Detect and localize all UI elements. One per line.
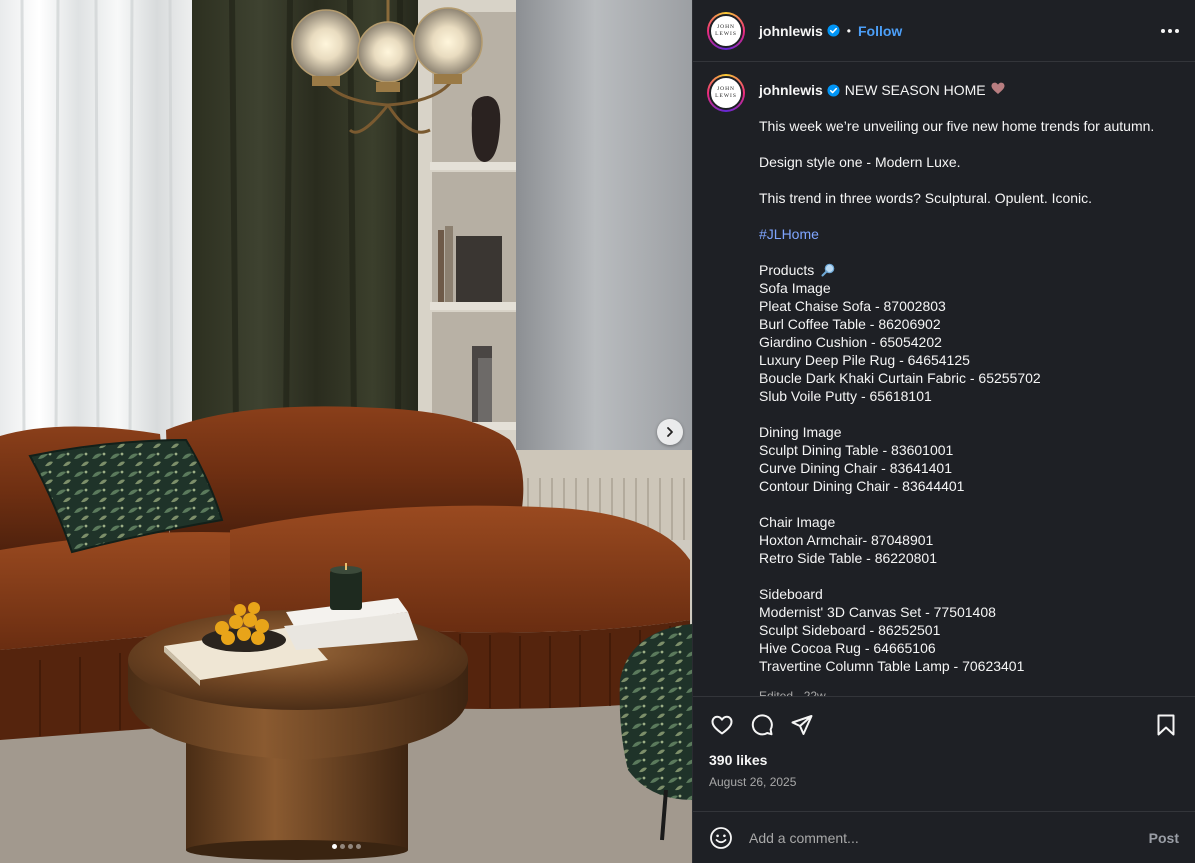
caption-paragraph: Design style one - Modern Luxe. — [759, 153, 1179, 171]
post-header: JOHN LEWIS johnlewis • Follow — [693, 0, 1195, 62]
action-bar — [693, 696, 1195, 752]
verified-badge-icon — [827, 83, 840, 97]
product-line: Sofa Image — [759, 280, 831, 296]
product-line: Boucle Dark Khaki Curtain Fabric - 65255… — [759, 370, 1041, 386]
caption-paragraph: This trend in three words? Sculptural. O… — [759, 189, 1179, 207]
comment-input[interactable] — [749, 829, 1149, 846]
product-line: Giardino Cushion - 65054202 — [759, 334, 942, 350]
product-line: Sculpt Sideboard - 86252501 — [759, 622, 941, 638]
post-details-panel: JOHN LEWIS johnlewis • Follow JOHN LEWIS… — [692, 0, 1195, 863]
more-dot — [1168, 28, 1172, 33]
logo-text: JOHN — [716, 23, 736, 30]
caption: JOHN LEWIS johnlewis NEW SEASON HOME Thi… — [707, 74, 1181, 696]
caption-paragraph: This week we’re unveiling our five new h… — [759, 117, 1179, 135]
product-line: Pleat Chaise Sofa - 87002803 — [759, 298, 946, 314]
slide-dot — [331, 844, 337, 849]
chevron-right-icon — [667, 427, 673, 437]
caption-avatar[interactable]: JOHN LEWIS — [707, 74, 745, 112]
product-line: Retro Side Table - 86220801 — [759, 550, 937, 566]
product-line: Sculpt Dining Table - 83601001 — [759, 442, 954, 458]
more-dot — [1175, 28, 1179, 33]
slide-dot — [355, 844, 361, 849]
post-media — [0, 0, 692, 863]
instagram-post-modal: JOHN LEWIS johnlewis • Follow JOHN LEWIS… — [0, 0, 1195, 863]
edited-timestamp: Edited · 22w — [759, 689, 826, 696]
emoji-button[interactable] — [709, 826, 733, 850]
username-link[interactable]: johnlewis — [759, 23, 823, 39]
caption-line: This trend in three words? Sculptural. O… — [759, 190, 1093, 206]
product-line: Hoxton Armchair- 87048901 — [759, 532, 934, 548]
products-heading-text: Products — [759, 262, 815, 278]
like-button[interactable] — [709, 712, 735, 738]
slide-indicator — [0, 844, 692, 849]
slide-dot — [347, 844, 353, 849]
product-line: Modernist' 3D Canvas Set - 77501408 — [759, 604, 996, 620]
add-comment-bar: Post — [693, 811, 1195, 863]
follow-button[interactable]: Follow — [858, 23, 902, 39]
next-slide-button[interactable] — [657, 419, 683, 445]
caption-body: johnlewis NEW SEASON HOME This week we’r… — [759, 74, 1179, 696]
hashtag-link[interactable]: #JLHome — [759, 225, 1179, 243]
caption-paragraph: #JLHome — [759, 225, 1179, 243]
caption-username[interactable]: johnlewis — [759, 81, 823, 99]
save-button[interactable] — [1153, 712, 1179, 738]
products-list: Products Sofa Image Pleat Chaise Sofa - … — [759, 261, 1179, 405]
products-list: Dining Image Sculpt Dining Table - 83601… — [759, 423, 1179, 495]
logo-text: LEWIS — [715, 30, 737, 37]
logo-text: JOHN — [716, 86, 736, 93]
bookmark-icon — [1157, 714, 1175, 735]
living-room-photo — [0, 0, 692, 863]
likes-count[interactable]: 390 likes — [693, 752, 1195, 772]
more-options-button[interactable] — [1159, 23, 1181, 39]
product-line: Burl Coffee Table - 86206902 — [759, 316, 941, 332]
product-line: Dining Image — [759, 424, 842, 440]
products-heading: Products — [759, 261, 1179, 279]
share-button[interactable] — [789, 712, 815, 738]
product-line: Hive Cocoa Rug - 64665106 — [759, 640, 936, 656]
product-line: Contour Dining Chair - 83644401 — [759, 478, 965, 494]
magnifying-glass-icon — [821, 263, 835, 277]
caption-head: johnlewis NEW SEASON HOME — [759, 81, 1179, 99]
john-lewis-logo: JOHN LEWIS — [709, 13, 743, 48]
heart-outline-icon — [711, 715, 733, 734]
verified-badge-icon — [827, 24, 840, 37]
comments-section: JOHN LEWIS johnlewis NEW SEASON HOME Thi… — [693, 62, 1195, 696]
product-line: Slub Voile Putty - 65618101 — [759, 388, 932, 404]
products-list: Sideboard Modernist' 3D Canvas Set - 775… — [759, 585, 1179, 675]
post-comment-button[interactable]: Post — [1149, 830, 1179, 846]
slide-dot — [339, 844, 345, 849]
post-date: August 26, 2025 — [709, 775, 797, 789]
product-line: Sideboard — [759, 586, 823, 602]
product-line: Curve Dining Chair - 83641401 — [759, 460, 952, 476]
logo-text: LEWIS — [715, 93, 737, 99]
avatar[interactable]: JOHN LEWIS — [707, 11, 745, 50]
comment-bubble-icon — [751, 713, 773, 735]
more-dot — [1161, 28, 1165, 33]
products-list: Chair Image Hoxton Armchair- 87048901 Re… — [759, 513, 1179, 567]
comment-button[interactable] — [749, 712, 775, 738]
smiley-icon — [710, 826, 732, 849]
heart-icon — [991, 81, 1005, 99]
product-line: Chair Image — [759, 514, 836, 530]
separator-dot: • — [846, 23, 851, 38]
caption-title: NEW SEASON HOME — [844, 82, 986, 98]
caption-line: This week we’re unveiling our five new h… — [759, 118, 1155, 134]
product-line: Luxury Deep Pile Rug - 64654125 — [759, 352, 970, 368]
paper-plane-icon — [791, 714, 813, 735]
caption-line: Design style one - Modern Luxe. — [759, 154, 961, 170]
product-line: Travertine Column Table Lamp - 70623401 — [759, 658, 1025, 674]
john-lewis-logo: JOHN LEWIS — [709, 76, 743, 110]
